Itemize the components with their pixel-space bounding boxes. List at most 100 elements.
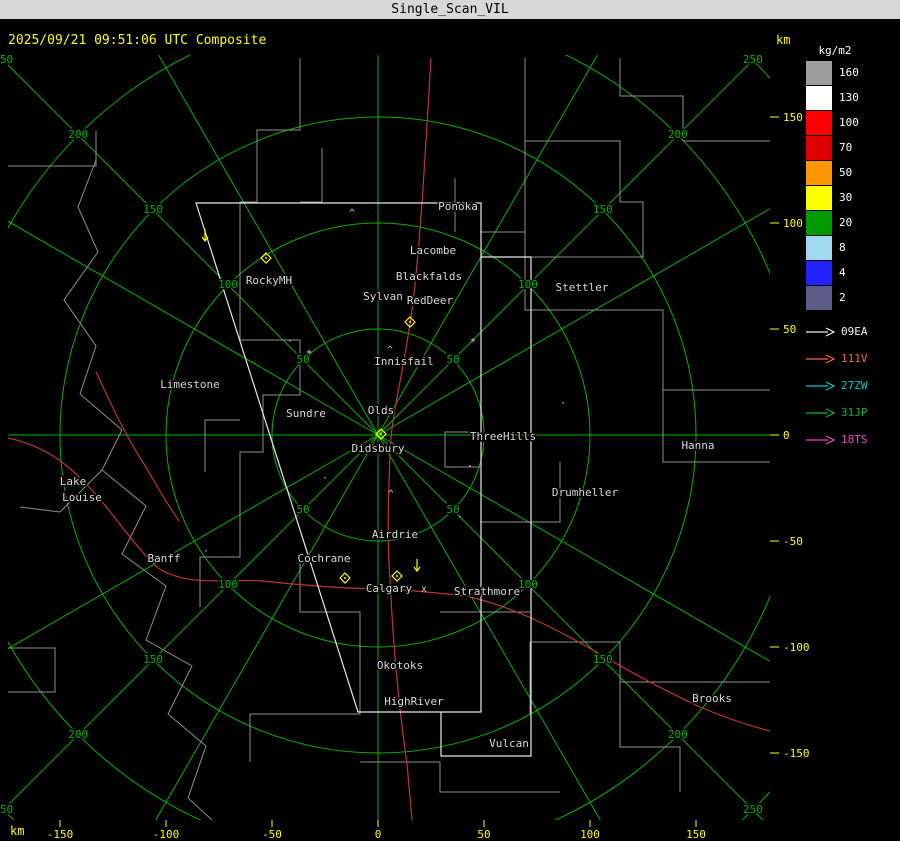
town-marker: ^ bbox=[349, 208, 355, 219]
legend-row: 8 bbox=[806, 235, 898, 260]
radar-arrow-icon bbox=[806, 407, 836, 418]
legend-color-swatch bbox=[806, 85, 832, 110]
legend-value-label: 30 bbox=[839, 191, 853, 204]
y-axis-tick-label: 50 bbox=[783, 323, 796, 336]
x-axis-tick-label: -50 bbox=[262, 828, 282, 841]
legend-color-swatch bbox=[806, 135, 832, 160]
range-ring-label: 100 bbox=[518, 278, 538, 291]
radar-id-label: 18TS bbox=[841, 433, 868, 446]
radar-site-dot-icon bbox=[344, 577, 346, 579]
y-axis-tick-label: -100 bbox=[783, 641, 810, 654]
y-axis-tick-label: 0 bbox=[783, 429, 790, 442]
azimuth-spoke bbox=[377, 434, 601, 820]
x-axis-tick-label: 100 bbox=[580, 828, 600, 841]
radar-map-display[interactable]: 5050505010010010010015015015015020020020… bbox=[0, 0, 900, 841]
city-label: RockyMH bbox=[246, 274, 292, 287]
city-label: Airdrie bbox=[372, 528, 418, 541]
city-label: Banff bbox=[147, 552, 180, 565]
radar-site-dot-icon bbox=[409, 321, 411, 323]
range-ring-label: 100 bbox=[218, 278, 238, 291]
range-ring-label: 200 bbox=[68, 128, 88, 141]
city-label: Louise bbox=[62, 491, 102, 504]
legend-row: 4 bbox=[806, 260, 898, 285]
range-ring-label: 150 bbox=[593, 653, 613, 666]
x-axis-tick-label: 50 bbox=[477, 828, 490, 841]
azimuth-spoke bbox=[8, 64, 379, 436]
city-label: RedDeer bbox=[407, 294, 454, 307]
radar-legend-row: 27ZW bbox=[804, 372, 868, 399]
radar-site-dot-icon bbox=[380, 433, 382, 435]
radar-site-legend: 09EA 111V 27ZW 31JP 18TS bbox=[804, 318, 868, 453]
city-label: Hanna bbox=[681, 439, 714, 452]
azimuth-spoke bbox=[8, 434, 379, 806]
radar-id-label: 31JP bbox=[841, 406, 868, 419]
city-label: Lake bbox=[60, 475, 87, 488]
range-ring-label: 50 bbox=[296, 503, 309, 516]
range-ring bbox=[8, 55, 770, 820]
legend-color-swatch bbox=[806, 235, 832, 260]
range-ring-label: 100 bbox=[518, 578, 538, 591]
range-ring-label: 200 bbox=[668, 128, 688, 141]
radar-id-label: 09EA bbox=[841, 325, 868, 338]
range-ring-label: 100 bbox=[218, 578, 238, 591]
legend-color-swatch bbox=[806, 210, 832, 235]
range-ring-label: 200 bbox=[68, 728, 88, 741]
y-axis-tick-label: 100 bbox=[783, 217, 803, 230]
town-marker: x bbox=[421, 584, 427, 595]
x-axis-tick-label: -150 bbox=[47, 828, 74, 841]
x-axis-tick-label: -100 bbox=[153, 828, 180, 841]
x-axis-tick-label: 150 bbox=[686, 828, 706, 841]
x-axis-unit-label: km bbox=[10, 824, 25, 838]
radar-legend-row: 31JP bbox=[804, 399, 868, 426]
range-ring-label: 250 bbox=[0, 53, 13, 66]
range-ring-label: 150 bbox=[143, 653, 163, 666]
range-ring-label: 150 bbox=[143, 203, 163, 216]
radar-app-window: { "window": { "title": "Single_Scan_VIL"… bbox=[0, 0, 900, 841]
city-label: Limestone bbox=[160, 378, 220, 391]
city-label: Cochrane bbox=[298, 552, 351, 565]
y-axis-tick-label: 150 bbox=[783, 111, 803, 124]
city-label: Okotoks bbox=[377, 659, 423, 672]
town-marker: * bbox=[470, 337, 476, 348]
city-label: Calgary bbox=[366, 582, 413, 595]
legend-value-label: 2 bbox=[839, 291, 846, 304]
range-ring-label: 150 bbox=[593, 203, 613, 216]
azimuth-spoke bbox=[377, 55, 759, 436]
arrow-marker-icon bbox=[413, 559, 421, 572]
radar-legend-row: 09EA bbox=[804, 318, 868, 345]
city-label: Lacombe bbox=[410, 244, 456, 257]
radar-site-dot-icon bbox=[396, 575, 398, 577]
city-label: Ponoka bbox=[438, 200, 478, 213]
town-marker: · bbox=[457, 512, 463, 523]
city-label: Drumheller bbox=[552, 486, 619, 499]
legend-row: 70 bbox=[806, 135, 898, 160]
legend-row: 20 bbox=[806, 210, 898, 235]
town-marker: · bbox=[467, 461, 473, 472]
axis-ticks: -150 -100 -50 0 50 100 150 150 100 50 0 -50 -100 -150 bbox=[47, 111, 810, 841]
city-label: ThreeHills bbox=[470, 430, 536, 443]
legend-color-swatch bbox=[806, 60, 832, 85]
color-scale-legend: kg/m2 160 130 100 70 50 30 20 8 4 2 bbox=[806, 44, 898, 310]
legend-entries: 160 130 100 70 50 30 20 8 4 2 bbox=[806, 60, 898, 310]
range-ring-label: 250 bbox=[743, 53, 763, 66]
legend-value-label: 130 bbox=[839, 91, 859, 104]
city-label: Stettler bbox=[556, 281, 609, 294]
radar-arrow-icon bbox=[806, 380, 836, 391]
town-marker: + bbox=[306, 347, 312, 358]
radar-arrow-icon bbox=[806, 326, 836, 337]
town-marker: ^ bbox=[387, 345, 393, 356]
legend-color-swatch bbox=[806, 285, 832, 310]
x-axis-tick-label: 0 bbox=[375, 828, 382, 841]
legend-value-label: 20 bbox=[839, 216, 853, 229]
legend-value-label: 70 bbox=[839, 141, 853, 154]
legend-value-label: 4 bbox=[839, 266, 846, 279]
legend-color-swatch bbox=[806, 185, 832, 210]
city-label: Brooks bbox=[692, 692, 732, 705]
city-label: Blackfalds bbox=[396, 270, 462, 283]
y-axis-tick-label: -50 bbox=[783, 535, 803, 548]
legend-value-label: 8 bbox=[839, 241, 846, 254]
legend-color-swatch bbox=[806, 260, 832, 285]
range-ring-label: 250 bbox=[743, 803, 763, 816]
city-label: Vulcan bbox=[489, 737, 529, 750]
legend-row: 50 bbox=[806, 160, 898, 185]
